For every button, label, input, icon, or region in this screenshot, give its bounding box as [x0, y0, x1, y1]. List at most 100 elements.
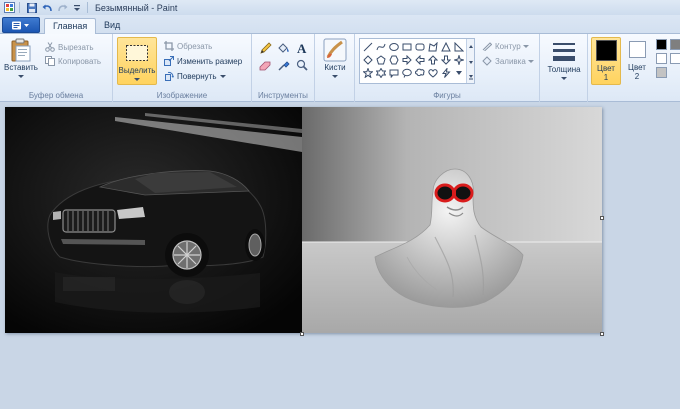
palette-swatch-gray[interactable] [656, 67, 667, 78]
left-arrow-shape-icon[interactable] [414, 54, 425, 65]
brushes-label: Кисти [324, 63, 346, 72]
oval-callout-shape-icon[interactable] [401, 67, 412, 78]
copy-icon [44, 56, 55, 67]
brushes-button[interactable]: Кисти [318, 37, 352, 81]
paste-dropdown-icon[interactable] [18, 72, 24, 81]
oval-shape-icon[interactable] [388, 41, 399, 52]
drawing-canvas[interactable] [5, 107, 602, 333]
hexagon-shape-icon[interactable] [388, 54, 399, 65]
pentagon-shape-icon[interactable] [375, 54, 386, 65]
outline-icon [481, 41, 492, 52]
clipboard-group-label: Буфер обмена [28, 91, 84, 100]
ribbon: Вставить Вырезать Копировать Буфер обмен… [0, 34, 680, 102]
curve-shape-icon[interactable] [375, 41, 386, 52]
save-icon[interactable] [26, 2, 38, 14]
diamond-shape-icon[interactable] [362, 54, 373, 65]
tools-group-label: Инструменты [258, 91, 308, 100]
line-shape-icon[interactable] [362, 41, 373, 52]
thickness-button[interactable]: Толщина [546, 39, 582, 83]
paint-app-icon[interactable] [3, 2, 15, 14]
color1-label: Цвет [597, 64, 615, 73]
palette-swatch-dark-gray[interactable] [670, 39, 680, 50]
customize-quick-access-icon[interactable] [71, 2, 83, 14]
pencil-icon[interactable] [258, 41, 273, 55]
rounded-rectangle-shape-icon[interactable] [414, 41, 425, 52]
fill-bucket-icon[interactable] [276, 41, 291, 55]
ribbon-tabs: Главная Вид [0, 15, 680, 35]
fill-icon [481, 56, 492, 67]
thickness-icon [551, 39, 577, 65]
file-menu-button[interactable] [2, 17, 40, 33]
resize-handle-right[interactable] [600, 216, 604, 220]
down-arrow-shape-icon[interactable] [440, 54, 451, 65]
up-arrow-shape-icon[interactable] [427, 54, 438, 65]
resize-handle-corner[interactable] [600, 332, 604, 336]
color2-label: Цвет [628, 63, 646, 72]
shapes-scrollbar[interactable] [466, 39, 474, 83]
color1-button[interactable]: Цвет 1 [591, 37, 621, 85]
rotate-dropdown-icon[interactable] [219, 72, 226, 81]
five-point-star-shape-icon[interactable] [362, 67, 373, 78]
rectangle-shape-icon[interactable] [401, 41, 412, 52]
select-button[interactable]: Выделить [117, 37, 157, 85]
outline-dropdown-icon[interactable] [522, 42, 529, 51]
polygon-shape-icon[interactable] [427, 41, 438, 52]
magnifier-icon[interactable] [294, 58, 309, 72]
lightning-shape-icon[interactable] [440, 67, 451, 78]
thickness-dropdown-icon[interactable] [561, 74, 567, 83]
right-arrow-shape-icon[interactable] [401, 54, 412, 65]
eraser-icon[interactable] [258, 58, 273, 72]
colors-group: Цвет 1 Цвет 2 [588, 34, 680, 102]
palette-swatch-white-2[interactable] [670, 53, 680, 64]
four-point-star-shape-icon[interactable] [453, 54, 464, 65]
triangle-shape-icon[interactable] [440, 41, 451, 52]
color-picker-icon[interactable] [276, 58, 291, 72]
copy-button[interactable]: Копировать [44, 55, 101, 67]
image-group-label: Изображение [156, 91, 208, 100]
separator [19, 2, 20, 13]
fill-button[interactable]: Заливка [481, 55, 534, 67]
palette-swatch-black[interactable] [656, 39, 667, 50]
scissors-icon [44, 42, 55, 53]
rotate-button[interactable]: Повернуть [163, 70, 226, 82]
brush-icon [322, 37, 348, 63]
shapes-group: Контур Заливка Фигуры [355, 34, 540, 102]
resize-button[interactable]: Изменить размер [163, 55, 242, 67]
outline-label: Контур [495, 41, 521, 51]
select-dropdown-icon[interactable] [134, 75, 140, 84]
text-icon[interactable]: A [294, 41, 309, 55]
title-bar: Безымянный - Paint [0, 0, 680, 15]
clipboard-icon [8, 37, 34, 63]
tab-home[interactable]: Главная [44, 18, 97, 35]
shapes-group-label: Фигуры [433, 91, 461, 100]
resize-handle-bottom[interactable] [300, 332, 304, 336]
brushes-dropdown-icon[interactable] [332, 72, 338, 81]
crop-label: Обрезать [177, 41, 213, 51]
crop-button[interactable]: Обрезать [163, 40, 212, 52]
window-title: Безымянный - Paint [95, 2, 178, 13]
workspace [0, 103, 680, 409]
cloud-callout-shape-icon[interactable] [414, 67, 425, 78]
rounded-callout-shape-icon[interactable] [388, 67, 399, 78]
svg-text:A: A [297, 42, 307, 54]
thickness-label: Толщина [547, 65, 581, 74]
six-point-star-shape-icon[interactable] [375, 67, 386, 78]
color1-number: 1 [603, 73, 609, 82]
canvas-image [5, 107, 602, 333]
right-triangle-shape-icon[interactable] [453, 41, 464, 52]
heart-shape-icon[interactable] [427, 67, 438, 78]
paste-button[interactable]: Вставить [3, 37, 39, 81]
color2-button[interactable]: Цвет 2 [624, 39, 650, 81]
outline-button[interactable]: Контур [481, 40, 529, 52]
rotate-label: Повернуть [177, 71, 217, 81]
size-group: Толщина [540, 34, 588, 102]
cut-button[interactable]: Вырезать [44, 41, 94, 53]
palette-swatch-white[interactable] [656, 53, 667, 64]
copy-label: Копировать [58, 56, 102, 66]
resize-icon [163, 56, 174, 67]
tab-view[interactable]: Вид [96, 18, 128, 35]
fill-dropdown-icon[interactable] [527, 57, 534, 66]
undo-icon[interactable] [41, 2, 53, 14]
selection-rect-icon [124, 40, 150, 66]
more-shapes-icon[interactable] [453, 67, 464, 78]
